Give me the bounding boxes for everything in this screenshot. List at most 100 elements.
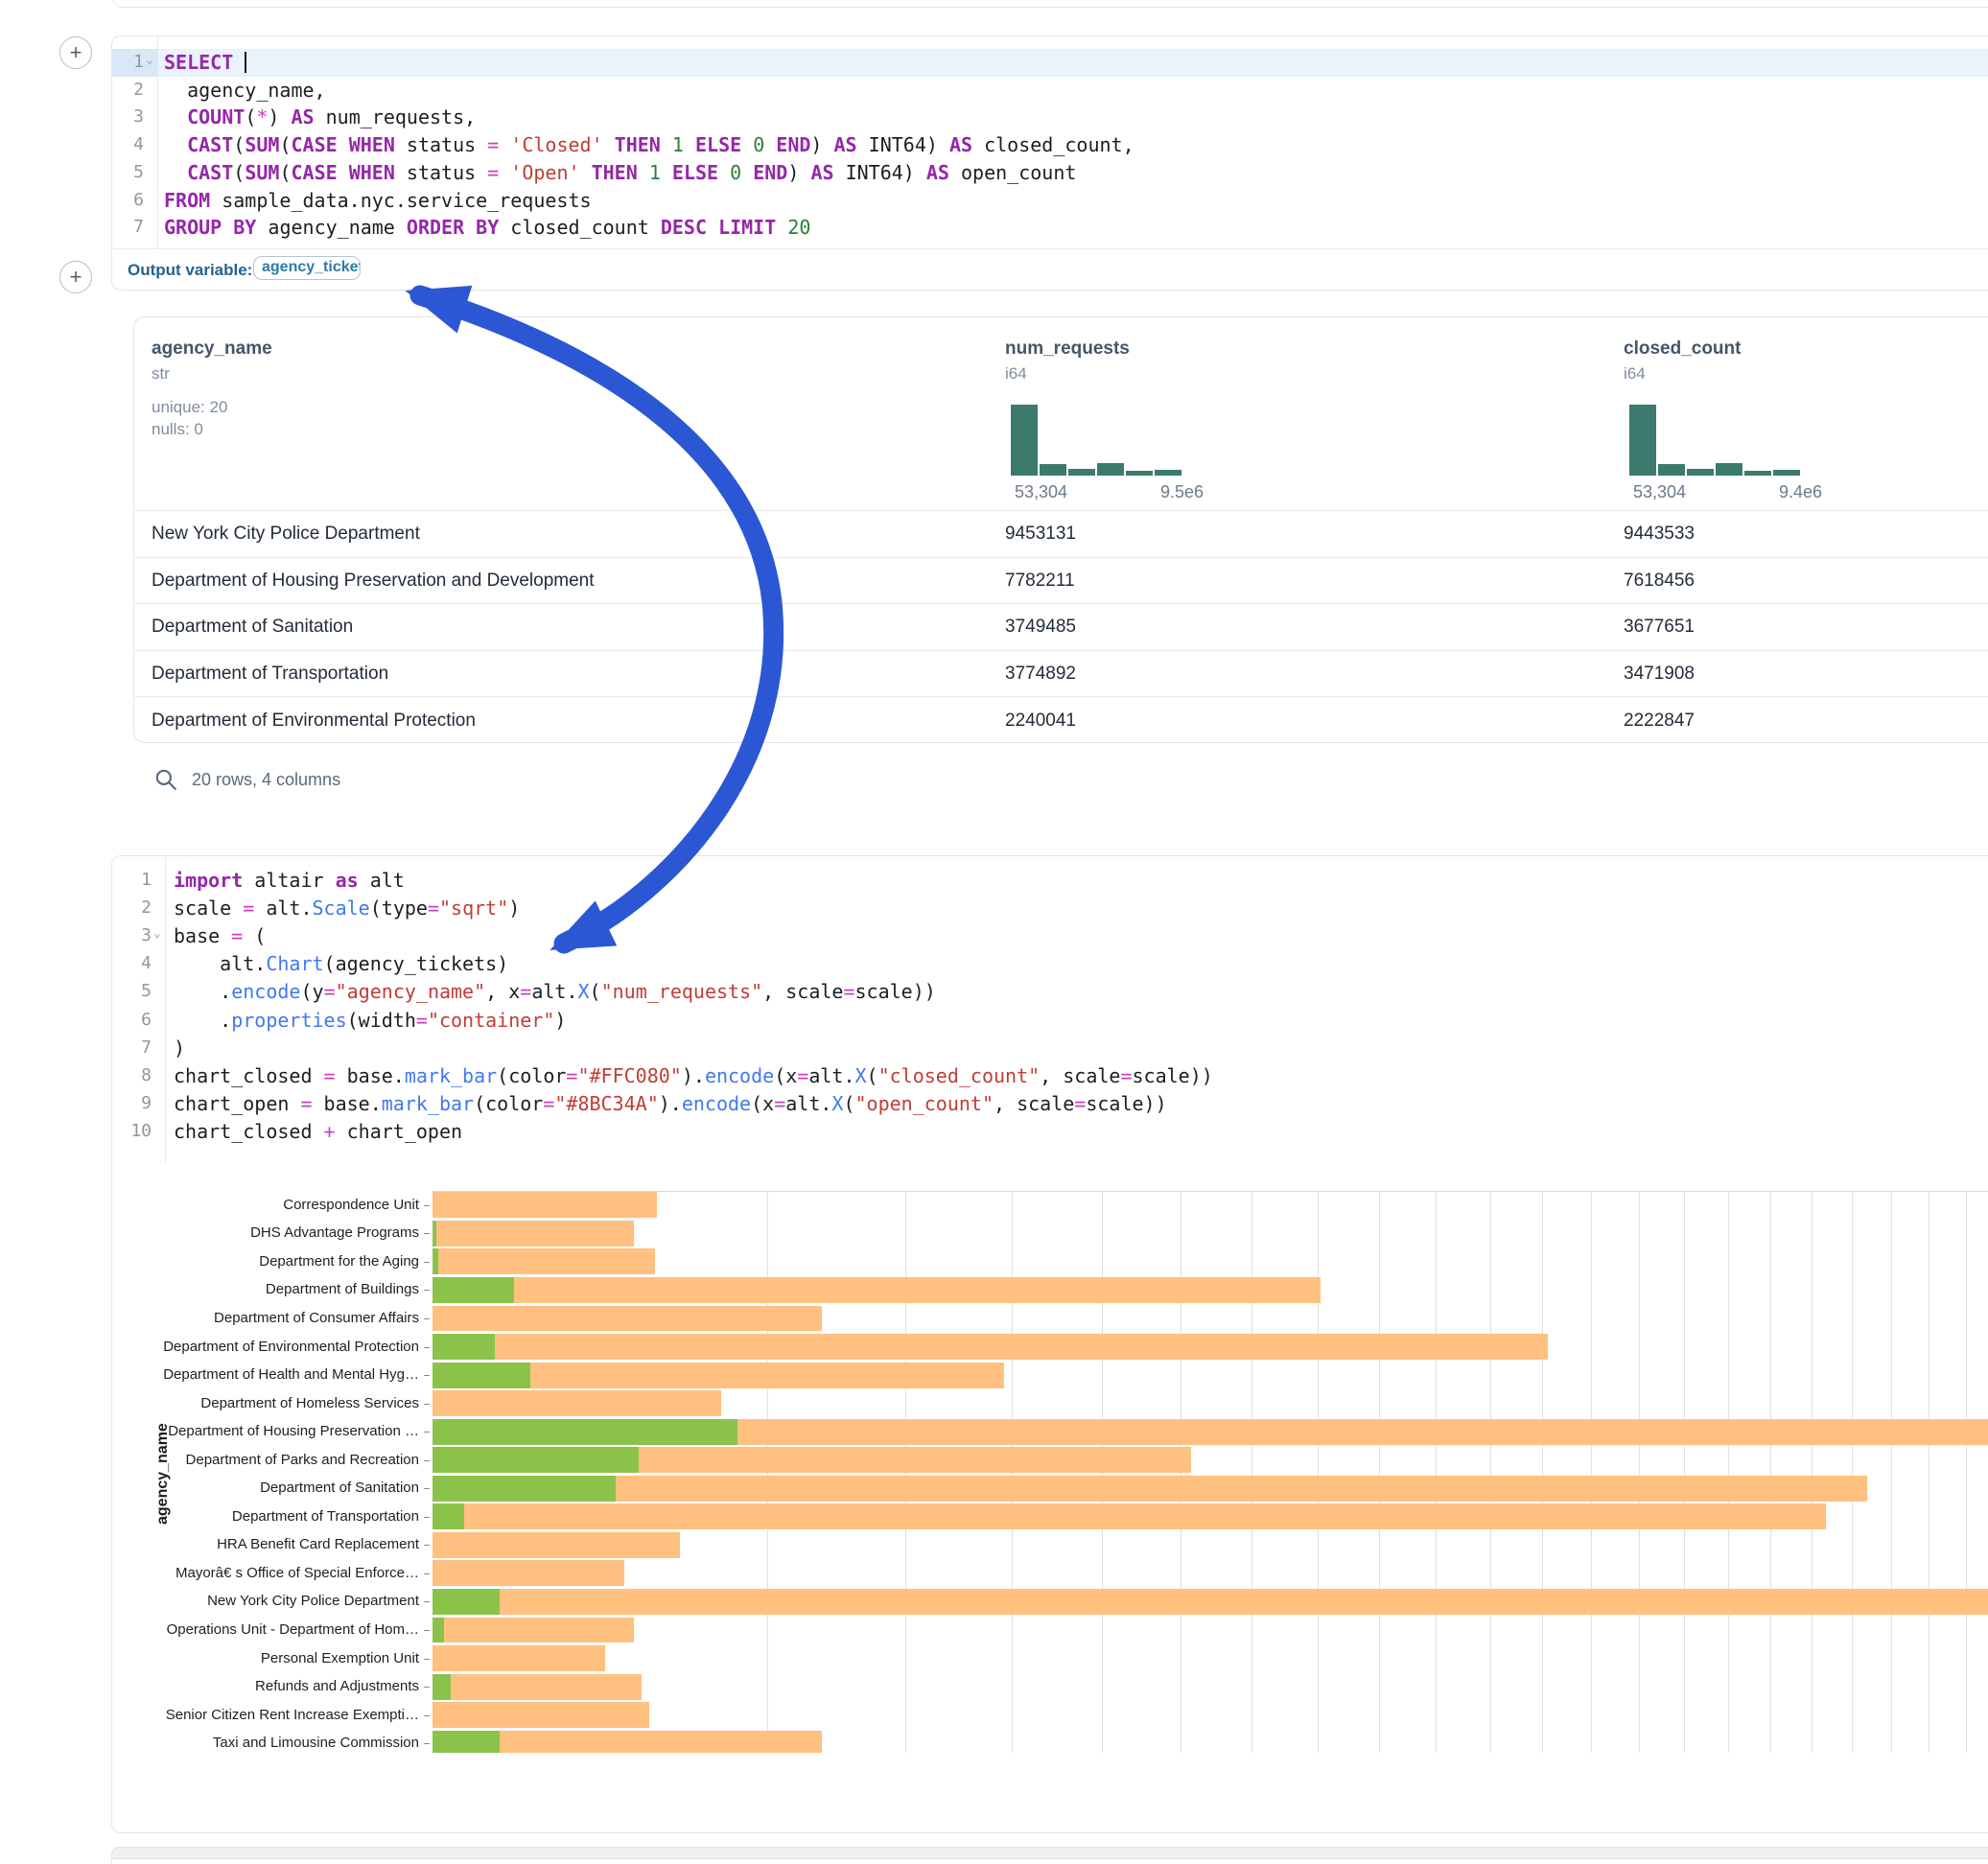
- histogram-bar: [1687, 469, 1714, 476]
- text-cursor: [245, 52, 246, 73]
- histogram-bar: [1097, 463, 1124, 476]
- plot-top-border: [433, 1191, 1988, 1192]
- next-cell-top: [111, 1859, 1988, 1864]
- table-row[interactable]: Department of Transportation377489234719…: [134, 650, 1988, 697]
- open_count-bar: [433, 1334, 495, 1360]
- line-number: 1: [112, 870, 152, 890]
- output-variable-pill[interactable]: agency_tickets: [253, 256, 361, 280]
- table-row[interactable]: Department of Environmental Protection22…: [134, 696, 1988, 743]
- code-line: agency_name,: [164, 79, 1988, 102]
- add-cell-button-middle[interactable]: +: [59, 261, 92, 293]
- line-number: 10: [112, 1121, 152, 1141]
- y-axis-tick: [424, 1262, 430, 1263]
- closed_count-bar: [433, 1702, 649, 1728]
- gridline: [1812, 1191, 1813, 1753]
- open_count-bar: [433, 1419, 737, 1445]
- column-type: i64: [1624, 364, 1646, 384]
- open_count-bar: [433, 1248, 438, 1274]
- y-axis-tick: [424, 1743, 430, 1744]
- closed_count-bar: [433, 1618, 634, 1643]
- python-cell[interactable]: 1import altair as alt2scale = alt.Scale(…: [111, 855, 1988, 1833]
- open_count-bar: [433, 1363, 530, 1388]
- y-axis-tick: [424, 1517, 430, 1518]
- gridline: [1728, 1191, 1729, 1753]
- table-cell: New York City Police Department: [152, 524, 420, 545]
- table-row[interactable]: New York City Police Department945313194…: [134, 510, 1988, 557]
- y-axis-tick: [424, 1290, 430, 1291]
- code-line: CAST(SUM(CASE WHEN status = 'Open' THEN …: [164, 161, 1988, 184]
- y-axis-tick: [424, 1432, 430, 1433]
- gridline: [1891, 1191, 1892, 1753]
- table-row[interactable]: Department of Housing Preservation and D…: [134, 557, 1988, 604]
- y-axis-label: Refunds and Adjustments: [112, 1678, 419, 1694]
- previous-cell-bottom-edge: [112, 0, 1988, 8]
- histogram-bar: [1126, 471, 1153, 476]
- column-histogram: [1629, 405, 1800, 476]
- y-axis-tick: [424, 1488, 430, 1489]
- column-header-closed_count[interactable]: closed_count: [1624, 338, 1741, 360]
- search-icon[interactable]: [153, 767, 178, 792]
- open_count-bar: [433, 1476, 616, 1502]
- y-axis-label: Department of Consumer Affairs: [112, 1310, 419, 1326]
- column-meta: nulls: 0: [152, 420, 203, 439]
- gridline: [1639, 1191, 1640, 1753]
- gridline: [1318, 1191, 1319, 1753]
- line-number: 4: [112, 134, 144, 154]
- add-cell-button-top[interactable]: +: [59, 36, 92, 69]
- python-code-editor[interactable]: 1import altair as alt2scale = alt.Scale(…: [112, 856, 1988, 1163]
- column-meta: unique: 20: [152, 398, 227, 417]
- open_count-bar: [433, 1618, 444, 1643]
- table-cell: 3749485: [1005, 617, 1076, 638]
- y-axis-tick: [424, 1233, 430, 1234]
- column-header-agency_name[interactable]: agency_name: [152, 338, 272, 360]
- code-line: import altair as alt: [174, 869, 1988, 892]
- sql-cell[interactable]: 1⌄SELECT 2 agency_name,3 COUNT(*) AS num…: [111, 35, 1988, 291]
- code-line: scale = alt.Scale(type="sqrt"): [174, 897, 1988, 920]
- line-number: 4: [112, 953, 152, 973]
- next-cell-collapsed-strip[interactable]: [111, 1847, 1988, 1859]
- table-cell: Department of Transportation: [152, 664, 388, 685]
- histogram-bar: [1658, 464, 1685, 476]
- y-axis-label: Department of Homeless Services: [112, 1395, 419, 1411]
- y-axis-label: Senior Citizen Rent Increase Exempti…: [112, 1707, 419, 1723]
- sql-code-editor[interactable]: 1⌄SELECT 2 agency_name,3 COUNT(*) AS num…: [112, 36, 1988, 248]
- table-cell: 3677651: [1624, 617, 1695, 638]
- code-line: chart_closed + chart_open: [174, 1120, 1988, 1143]
- line-number: 6: [112, 190, 144, 210]
- dataframe-header: agency_namestrunique: 20nulls: 0num_requ…: [134, 317, 1988, 510]
- y-axis-tick: [424, 1375, 430, 1376]
- closed_count-bar: [433, 1248, 655, 1274]
- code-line: base = (: [174, 924, 1988, 947]
- closed_count-bar: [433, 1334, 1548, 1360]
- y-axis-tick: [424, 1687, 430, 1688]
- histogram-bar: [1040, 464, 1066, 476]
- output-variable-bar: Output variable: agency_tickets: [112, 248, 1988, 291]
- sql-gutter-separator: [157, 36, 158, 248]
- open_count-bar: [433, 1447, 639, 1473]
- y-axis-label: Operations Unit - Department of Hom…: [112, 1621, 419, 1638]
- column-header-num_requests[interactable]: num_requests: [1005, 338, 1130, 360]
- code-line: chart_closed = base.mark_bar(color="#FFC…: [174, 1064, 1988, 1087]
- table-cell: 7618456: [1624, 571, 1695, 592]
- histogram-bar: [1011, 405, 1038, 476]
- histogram-max-label: 9.5e6: [1160, 482, 1204, 502]
- histogram-min-label: 53,304: [1633, 482, 1686, 502]
- code-line: FROM sample_data.nyc.service_requests: [164, 189, 1988, 212]
- closed_count-bar: [433, 1306, 822, 1332]
- closed_count-bar: [433, 1277, 1321, 1303]
- fold-chevron-icon[interactable]: ⌄: [146, 53, 153, 67]
- fold-chevron-icon[interactable]: ⌄: [153, 926, 161, 941]
- table-row[interactable]: Department of Sanitation37494853677651: [134, 603, 1988, 650]
- y-axis-tick: [424, 1601, 430, 1602]
- closed_count-bar: [433, 1221, 634, 1247]
- closed_count-bar: [433, 1560, 624, 1586]
- open_count-bar: [433, 1674, 451, 1700]
- altair-chart-output: Correspondence UnitDHS Advantage Program…: [112, 1177, 1988, 1753]
- y-axis-tick: [424, 1573, 430, 1574]
- code-line: SELECT: [164, 51, 1988, 74]
- code-line: COUNT(*) AS num_requests,: [164, 105, 1988, 128]
- y-axis-tick: [424, 1715, 430, 1716]
- column-histogram: [1011, 405, 1181, 476]
- gridline: [1966, 1191, 1967, 1753]
- closed_count-bar: [433, 1645, 605, 1671]
